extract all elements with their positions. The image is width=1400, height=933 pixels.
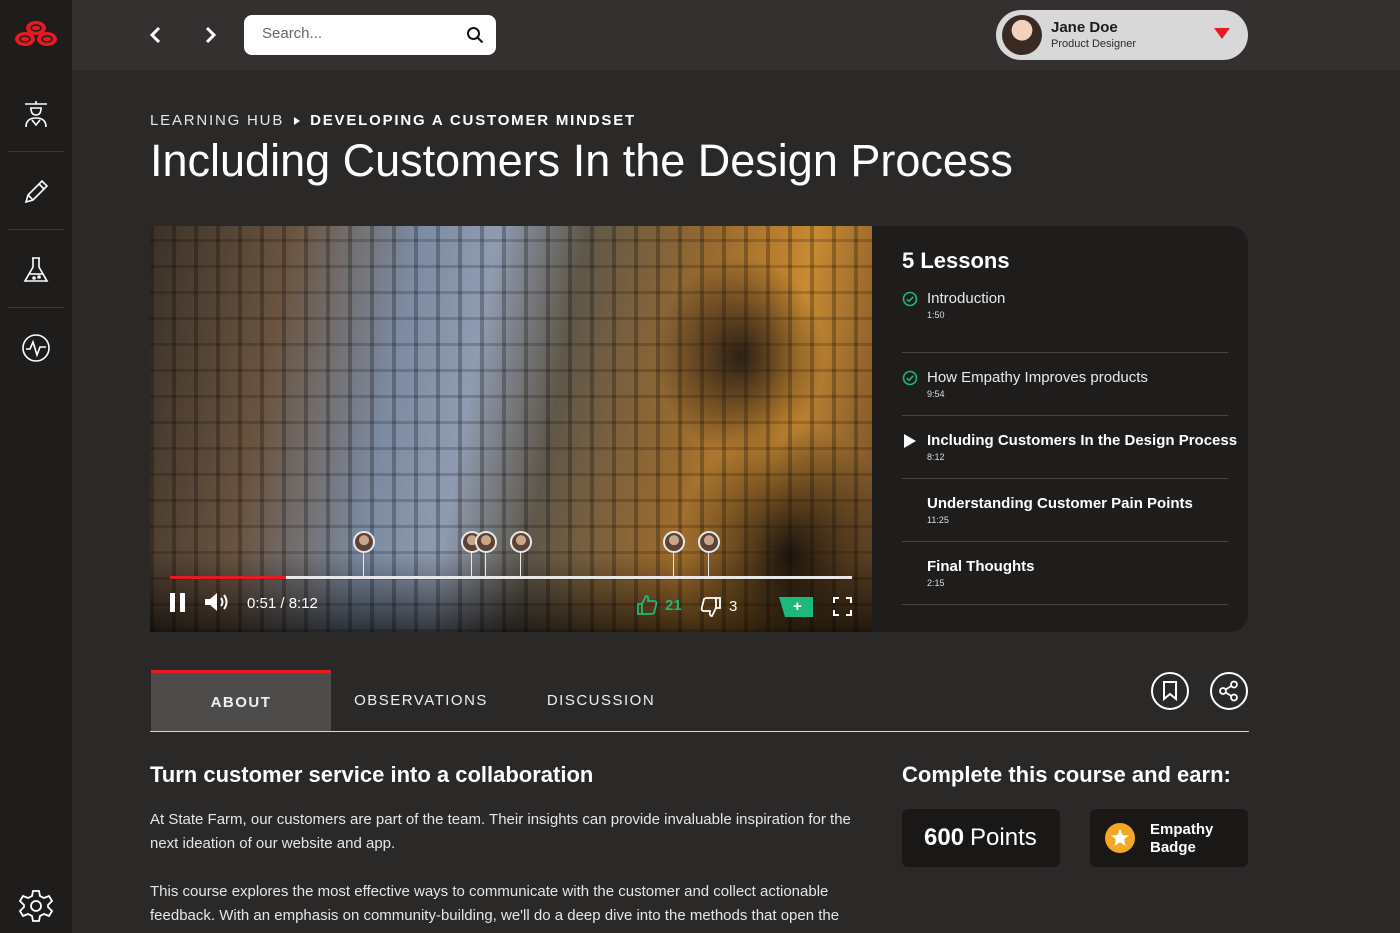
page-title: Including Customers In the Design Proces… [150,135,1013,186]
about-title: Turn customer service into a collaborati… [150,762,594,787]
user-menu[interactable]: Jane Doe Product Designer [996,10,1248,60]
lesson-item-current[interactable]: Including Customers In the Design Proces… [902,416,1238,479]
caret-down-icon[interactable] [1214,28,1230,39]
like-count: 21 [665,597,682,614]
course-panel: 0:51 / 8:12 21 3 + 5 Lessons Introductio… [150,226,1248,632]
breadcrumb: LEARNING HUB DEVELOPING A CUSTOMER MINDS… [150,112,636,129]
breadcrumb-current[interactable]: DEVELOPING A CUSTOMER MINDSET [310,112,636,129]
video-player[interactable]: 0:51 / 8:12 21 3 + [150,226,872,632]
video-controls-shade [150,552,872,632]
lesson-name: Final Thoughts [927,558,1035,575]
observation-marker[interactable] [698,531,720,553]
pause-icon[interactable] [170,593,186,612]
observation-marker[interactable] [353,531,375,553]
chevron-left-icon [149,26,161,44]
flask-icon [23,256,49,282]
points-value: 600 [924,824,965,851]
breadcrumb-parent[interactable]: LEARNING HUB [150,112,284,129]
lesson-name: How Empathy Improves products [927,369,1148,386]
tab-observations[interactable]: OBSERVATIONS [331,670,511,731]
forward-button[interactable] [198,22,224,48]
points-card: 600 Points [902,809,1060,867]
tab-discussion[interactable]: DISCUSSION [511,670,691,731]
check-circle-icon [902,291,918,307]
marker-line [708,552,709,576]
state-farm-logo[interactable] [14,18,58,50]
marker-line [673,552,674,576]
marker-line [363,552,364,576]
about-paragraph: At State Farm, our customers are part of… [150,811,851,852]
check-circle-icon [902,370,918,386]
nav-lab[interactable] [8,232,64,308]
bookmark-icon [1163,681,1177,701]
lesson-duration: 11:25 [927,515,949,525]
volume-icon[interactable] [204,592,230,612]
lesson-duration: 8:12 [927,452,945,462]
nav-edit[interactable] [8,154,64,230]
avatar [1002,15,1042,55]
share-icon [1219,680,1238,702]
lessons-title: 5 Lessons [902,248,1010,273]
playback-time: 0:51 / 8:12 [247,595,318,612]
search-box [244,15,496,55]
thumbs-down-icon[interactable] [700,596,722,618]
lesson-name: Understanding Customer Pain Points [927,495,1193,512]
sidebar [0,0,72,933]
tab-bar: ABOUT OBSERVATIONS DISCUSSION [150,670,1249,732]
lesson-name: Introduction [927,290,1006,307]
lesson-list: 5 Lessons Introduction 1:50 How Empathy … [902,248,1238,605]
marker-line [485,552,486,576]
lesson-duration: 9:54 [927,389,945,399]
user-name: Jane Doe [1051,19,1118,36]
lesson-duration: 1:50 [927,310,945,320]
add-observation-button[interactable]: + [779,597,813,617]
about-paragraph: This course explores the most effective … [150,883,840,924]
pulse-icon [22,334,50,362]
points-label: Points [970,824,1037,851]
marker-line [471,552,472,576]
chevron-right-icon [205,26,217,44]
breadcrumb-separator-icon [294,116,301,125]
play-icon [904,434,916,448]
search-icon[interactable] [466,26,484,44]
star-badge-icon [1105,823,1135,853]
nav-learning[interactable] [8,76,64,152]
progress-bar[interactable] [170,576,852,579]
progress-fill [170,576,286,579]
marker-line [520,552,521,576]
lesson-item[interactable]: How Empathy Improves products 9:54 [902,353,1228,416]
lesson-duration: 2:15 [927,578,945,588]
lesson-name: Including Customers In the Design Proces… [927,432,1238,449]
pencil-icon [24,179,49,203]
back-button[interactable] [142,22,168,48]
fullscreen-icon[interactable] [833,597,852,616]
dislike-count: 3 [729,598,738,615]
gear-icon[interactable] [18,888,54,924]
teacher-icon [25,100,47,127]
tab-about[interactable]: ABOUT [151,670,331,731]
nav-activity[interactable] [8,310,64,386]
earn-title: Complete this course and earn: [902,762,1231,787]
user-role: Product Designer [1051,38,1136,50]
thumbs-up-icon[interactable] [636,594,658,616]
add-label: + [793,598,802,615]
lesson-item[interactable]: Introduction 1:50 [902,290,1228,353]
observation-marker[interactable] [475,531,497,553]
badge-card: Empathy Badge [1090,809,1248,867]
top-bar: Jane Doe Product Designer [72,0,1400,70]
badge-label: Empathy Badge [1150,821,1214,856]
share-button[interactable] [1210,672,1248,710]
lesson-item[interactable]: Understanding Customer Pain Points 11:25 [902,479,1228,542]
lesson-item[interactable]: Final Thoughts 2:15 [902,542,1228,605]
observation-marker[interactable] [510,531,532,553]
bookmark-button[interactable] [1151,672,1189,710]
search-input[interactable] [262,25,452,42]
observation-marker[interactable] [663,531,685,553]
